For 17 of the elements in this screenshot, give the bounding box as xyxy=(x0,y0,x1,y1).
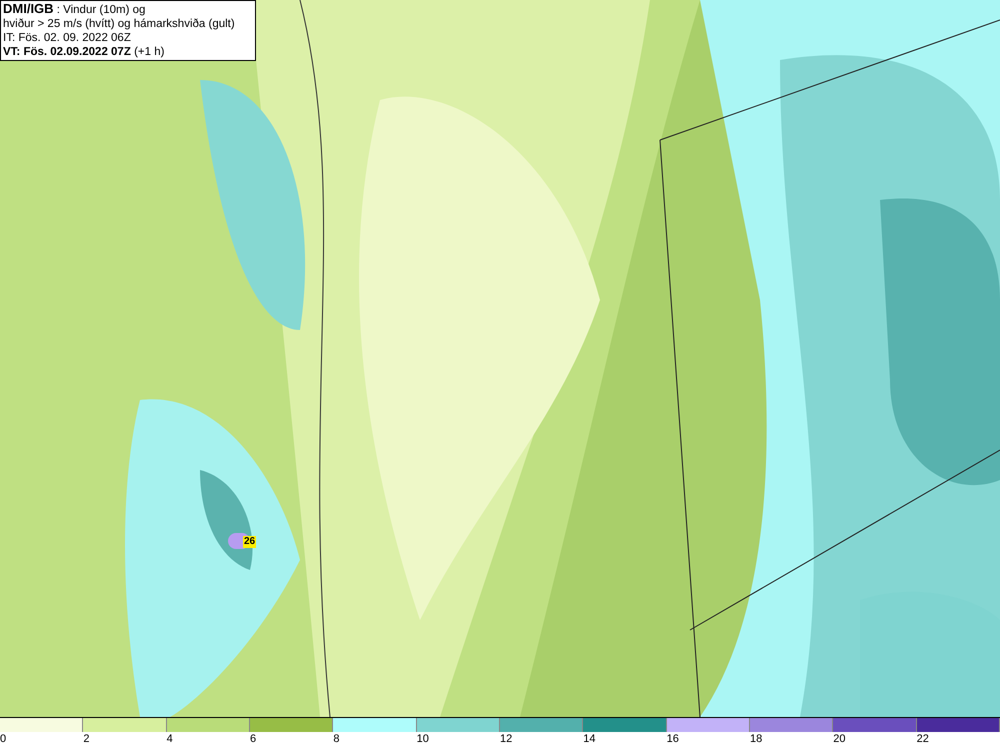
legend-label: 14 xyxy=(583,732,596,746)
map-subtitle: IT: Fös. 02. 09. 2022 06Z xyxy=(3,31,132,45)
legend-label: 20 xyxy=(833,732,846,746)
legend-label: 0 xyxy=(0,732,6,746)
legend-label: 6 xyxy=(250,732,256,746)
valid-time: VT: Fös. 02.09.2022 07Z (+1 h) xyxy=(3,45,166,59)
map-title: DMI/IGB : Vindur (10m) og xyxy=(3,2,146,17)
legend-label: 12 xyxy=(500,732,512,746)
legend-label: 4 xyxy=(166,732,173,746)
legend-label: 10 xyxy=(416,732,429,746)
gust-label: 26 xyxy=(243,536,256,548)
map-subtitle: hviður > 25 m/s (hvítt) og hámarkshviða (gult) xyxy=(3,17,236,31)
legend-label: 2 xyxy=(83,732,90,746)
legend-label: 8 xyxy=(333,732,340,746)
legend-label: 16 xyxy=(666,732,679,746)
legend-label: 22 xyxy=(916,732,929,746)
legend-label: 18 xyxy=(750,732,762,746)
